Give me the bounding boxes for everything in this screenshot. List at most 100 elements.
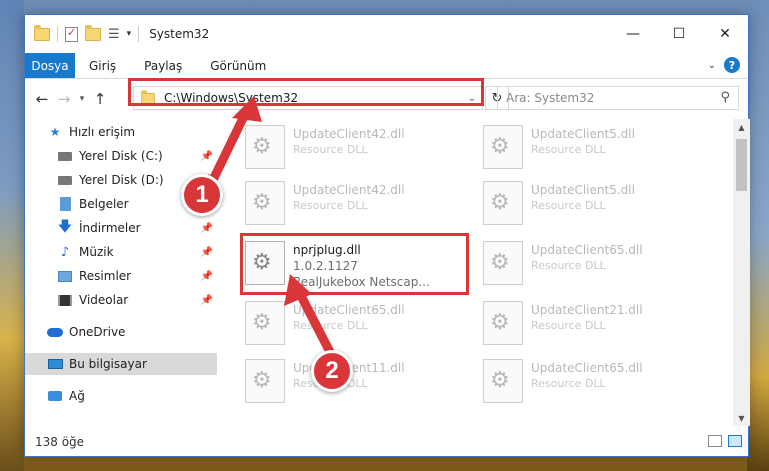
sidebar-item-label: Belgeler	[79, 197, 129, 211]
up-button[interactable]: ↑	[89, 90, 111, 108]
address-highlight-box	[128, 78, 484, 106]
file-name: UpdateClient5.dll	[531, 127, 635, 141]
scroll-up-icon[interactable]: ▲	[733, 119, 750, 135]
file-description: Resource DLL	[531, 377, 606, 390]
desktop-wallpaper-left	[0, 0, 24, 471]
sidebar-item-label: Bu bilgisayar	[69, 357, 147, 371]
close-button[interactable]: ✕	[702, 15, 748, 53]
pin-icon[interactable]: 📌	[201, 295, 213, 306]
file-description: Resource DLL	[531, 259, 606, 272]
forward-button[interactable]: →	[53, 90, 75, 108]
music-icon: ♪	[60, 244, 70, 260]
back-button[interactable]: ←	[31, 90, 53, 108]
pin-icon[interactable]: 📌	[201, 223, 213, 234]
minimize-button[interactable]: —	[610, 15, 656, 53]
help-icon[interactable]: ?	[724, 57, 740, 73]
file-description: Resource DLL	[531, 199, 606, 212]
file-item[interactable]: UpdateClient65.dll Resource DLL	[245, 301, 475, 357]
sidebar-item-downloads[interactable]: 🡇 İndirmeler 📌	[25, 217, 217, 239]
ribbon-right: ⌄ ?	[708, 57, 740, 73]
sidebar-item-label: Hızlı erişim	[69, 125, 136, 139]
search-input[interactable]: Ara: System32 ⚲	[497, 86, 739, 110]
sidebar-item-network[interactable]: Ağ	[25, 385, 217, 407]
download-icon: 🡇	[57, 219, 73, 235]
details-view-icon[interactable]	[708, 435, 722, 447]
sidebar-item-quick-access[interactable]: ★ Hızlı erişim	[25, 121, 217, 143]
video-icon	[57, 293, 73, 307]
customize-toolbar-icon[interactable]: ▾	[127, 29, 132, 39]
file-item[interactable]: UpdateClient11.dll Resource DLL	[245, 359, 475, 415]
dll-file-icon	[245, 359, 285, 403]
sidebar-item-label: Resimler	[79, 269, 132, 283]
large-icons-view-icon[interactable]	[728, 435, 742, 447]
sidebar-item-label: Müzik	[79, 245, 114, 259]
title-bar: ☰ ▾ System32 — ☐ ✕	[25, 15, 748, 53]
dll-file-icon	[483, 241, 523, 285]
sidebar-item-music[interactable]: ♪ Müzik 📌	[25, 241, 217, 263]
scroll-down-icon[interactable]: ▼	[733, 410, 750, 426]
tab-file[interactable]: Dosya	[25, 53, 75, 78]
navigation-pane: ★ Hızlı erişim Yerel Disk (C:) 📌 Yerel D…	[25, 119, 217, 426]
pin-icon[interactable]: 📌	[201, 271, 213, 282]
file-item[interactable]: UpdateClient42.dll Resource DLL	[245, 181, 475, 237]
maximize-button[interactable]: ☐	[656, 15, 702, 53]
file-item[interactable]: UpdateClient65.dll Resource DLL	[483, 359, 713, 415]
disk-icon	[57, 149, 73, 163]
expand-ribbon-icon[interactable]: ⌄	[708, 60, 716, 71]
sidebar-item-onedrive[interactable]: OneDrive	[25, 321, 217, 343]
search-placeholder: Ara: System32	[506, 91, 595, 105]
file-description: Resource DLL	[293, 143, 368, 156]
dll-file-icon	[245, 181, 285, 225]
file-item[interactable]: UpdateClient65.dll Resource DLL	[483, 241, 713, 297]
sidebar-item-local-disk-c[interactable]: Yerel Disk (C:) 📌	[25, 145, 217, 167]
network-icon	[47, 389, 63, 403]
recent-locations-button[interactable]: ▾	[75, 94, 89, 104]
file-name: UpdateClient65.dll	[293, 303, 405, 317]
sidebar-item-this-pc[interactable]: Bu bilgisayar	[25, 353, 217, 375]
file-item[interactable]: UpdateClient5.dll Resource DLL	[483, 181, 713, 237]
dll-file-icon	[483, 181, 523, 225]
dll-file-icon	[483, 359, 523, 403]
callout-badge-2: 2	[311, 350, 353, 392]
sidebar-item-label: OneDrive	[69, 325, 126, 339]
desktop-wallpaper-right	[747, 0, 769, 471]
sidebar-item-label: Yerel Disk (D:)	[79, 173, 164, 187]
scroll-thumb[interactable]	[736, 139, 747, 191]
file-description: Resource DLL	[531, 143, 606, 156]
dll-file-icon	[245, 301, 285, 345]
sidebar-item-label: İndirmeler	[79, 221, 141, 235]
tab-share[interactable]: Paylaş	[130, 53, 196, 78]
tab-view[interactable]: Görünüm	[196, 53, 280, 78]
dll-file-icon	[483, 301, 523, 345]
disk-icon	[57, 173, 73, 187]
file-name: UpdateClient65.dll	[531, 361, 643, 375]
sidebar-item-label: Videolar	[79, 293, 129, 307]
file-item[interactable]: UpdateClient42.dll Resource DLL	[245, 125, 475, 181]
item-count: 138 öğe	[35, 435, 85, 449]
divider	[57, 26, 58, 42]
properties-icon[interactable]	[65, 26, 78, 42]
sidebar-item-videos[interactable]: Videolar 📌	[25, 289, 217, 311]
vertical-scrollbar[interactable]: ▲ ▼	[733, 119, 750, 426]
status-bar: 138 öğe	[25, 428, 750, 456]
ribbon-tabs: Dosya Giriş Paylaş Görünüm ⌄ ?	[25, 53, 748, 79]
file-description: Resource DLL	[293, 199, 368, 212]
view-options-icon[interactable]: ☰	[108, 27, 120, 42]
sidebar-item-label: Yerel Disk (C:)	[79, 149, 163, 163]
file-description: Resource DLL	[293, 319, 368, 332]
sidebar-item-pictures[interactable]: Resimler 📌	[25, 265, 217, 287]
file-name: UpdateClient65.dll	[531, 243, 643, 257]
pin-icon[interactable]: 📌	[201, 247, 213, 258]
file-name: UpdateClient5.dll	[531, 183, 635, 197]
file-name: UpdateClient42.dll	[293, 127, 405, 141]
cloud-icon	[47, 325, 63, 339]
pin-icon[interactable]: 📌	[201, 151, 213, 162]
search-icon[interactable]: ⚲	[720, 90, 730, 105]
file-item[interactable]: UpdateClient5.dll Resource DLL	[483, 125, 713, 181]
file-item[interactable]: UpdateClient21.dll Resource DLL	[483, 301, 713, 357]
file-highlight-box	[240, 233, 469, 295]
callout-badge-1: 1	[181, 174, 223, 216]
new-folder-icon[interactable]	[85, 24, 101, 41]
star-icon: ★	[49, 125, 61, 139]
tab-home[interactable]: Giriş	[75, 53, 130, 78]
